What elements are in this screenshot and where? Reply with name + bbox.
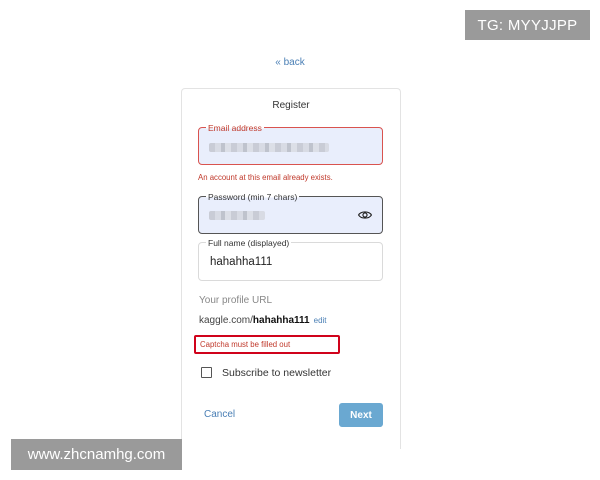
email-value-redacted [209, 143, 329, 152]
profile-url: kaggle.com/hahahha111 edit [199, 315, 327, 326]
newsletter-checkbox[interactable] [201, 367, 212, 378]
form-title: Register [272, 100, 310, 111]
profile-url-username: hahahha111 [252, 315, 310, 326]
full-name-field-label: Full name (displayed) [206, 237, 292, 249]
watermark-bottom: www.zhcnamhg.com [11, 439, 182, 470]
password-field[interactable]: Password (min 7 chars) [198, 191, 383, 234]
full-name-field[interactable]: Full name (displayed) hahahha111 [198, 237, 383, 281]
eye-icon[interactable] [357, 208, 373, 222]
register-card: Register Email address An account at thi… [181, 88, 401, 449]
newsletter-label[interactable]: Subscribe to newsletter [222, 367, 331, 379]
cancel-button[interactable]: Cancel [204, 409, 235, 420]
profile-url-edit-link[interactable]: edit [314, 316, 327, 325]
next-button[interactable]: Next [339, 403, 383, 427]
back-link[interactable]: « back [0, 57, 580, 68]
captcha-error-box: Captcha must be filled out [194, 335, 340, 354]
captcha-error: Captcha must be filled out [200, 340, 291, 349]
email-field[interactable]: Email address [198, 122, 383, 165]
email-field-label: Email address [206, 122, 264, 134]
full-name-value: hahahha111 [210, 256, 273, 268]
password-field-label: Password (min 7 chars) [206, 191, 300, 203]
profile-url-prefix: kaggle.com/ [199, 315, 253, 326]
watermark-top: TG: MYYJJPP [465, 10, 590, 40]
profile-url-label: Your profile URL [199, 295, 273, 306]
email-error: An account at this email already exists. [198, 173, 333, 182]
password-value-redacted [209, 211, 265, 220]
